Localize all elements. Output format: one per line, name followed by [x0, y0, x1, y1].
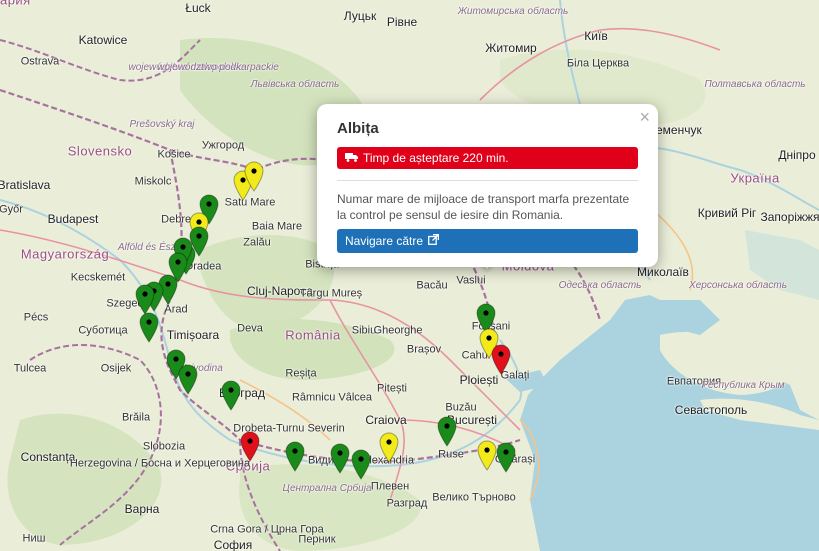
map-label: Херсонська область: [689, 280, 787, 291]
map-label: Перник: [298, 533, 336, 546]
map-label: Slobozia: [142, 440, 186, 453]
popup-description: Numar mare de mijloace de transport marf…: [337, 192, 630, 222]
wait-time-text: Timp de așteptare 220 min.: [363, 151, 509, 165]
map-pin-icon[interactable]: [329, 442, 351, 474]
map-label: Житомирська область: [457, 6, 569, 17]
map-label: Полтавська область: [704, 79, 806, 90]
map-pin-icon[interactable]: [495, 441, 517, 473]
map-label: Zalău: [243, 236, 271, 249]
map-label: Львівська область: [250, 79, 340, 90]
map-label: Ploiești: [459, 373, 499, 387]
map-label: Osijek: [100, 362, 132, 375]
map-label: Кривий Ріг: [697, 206, 757, 220]
wait-time-badge: Timp de așteptare 220 min.: [337, 147, 638, 169]
map-label: Miskolc: [134, 175, 172, 188]
map-label: Pécs: [23, 311, 49, 324]
map-pin-icon[interactable]: [378, 431, 400, 463]
map-label: Житомир: [485, 41, 537, 55]
map-label: Katowice: [78, 33, 128, 47]
map-label: Республика Крым: [701, 380, 785, 391]
map-label: Arad: [164, 303, 188, 316]
map-label: Луцьк: [343, 9, 377, 23]
map-pin-icon[interactable]: [239, 430, 261, 462]
navigate-label: Navigare către: [345, 234, 424, 248]
map-label: Herzegovina / Босна и Херцеговина: [69, 457, 251, 470]
map-label: Севастополь: [674, 403, 748, 417]
map-label: България: [0, 0, 31, 8]
map-label: Рівне: [386, 15, 418, 29]
map-label: Київ: [584, 29, 608, 43]
map-pin-icon[interactable]: [436, 415, 458, 447]
truck-icon: [345, 151, 358, 165]
map-pin-icon[interactable]: [138, 311, 160, 343]
map-label: województwo podkarpackie: [157, 62, 279, 73]
map-label: Brașov: [406, 343, 442, 356]
map-label: Râmnicu Vâlcea: [291, 391, 373, 404]
map-pin-icon[interactable]: [350, 448, 372, 480]
map-label: Біла Церква: [566, 57, 630, 70]
map-label: Tulcea: [13, 362, 47, 375]
map-label: Централна Србија: [282, 483, 372, 494]
map-label: Україна: [730, 170, 780, 186]
map-label: Ужгород: [201, 139, 245, 152]
popup-divider: [337, 180, 638, 181]
map-label: Bratislava: [0, 178, 51, 192]
map-label: Târgu Mureș: [299, 287, 363, 300]
map-label: Дніпро: [778, 148, 816, 162]
map-pin-icon[interactable]: [243, 160, 265, 192]
map-label: Разград: [386, 497, 428, 510]
map-label: Суботица: [78, 324, 128, 337]
map-label: Варна: [124, 502, 160, 516]
map-label: Ostrava: [20, 55, 60, 68]
map-label: Ruse: [438, 448, 464, 461]
map-label: Slovensko: [67, 143, 133, 159]
map-pin-icon[interactable]: [284, 440, 306, 472]
map-label: Magyarország: [20, 246, 110, 262]
crossing-popup: × Albița Timp de așteptare 220 min. Numa…: [317, 104, 658, 267]
map-label: Győr: [0, 203, 23, 216]
map-label: Košice: [157, 148, 191, 161]
map-label: Плевен: [370, 480, 410, 493]
map-label: Deva: [237, 322, 263, 335]
navigate-button[interactable]: Navigare către: [337, 229, 638, 253]
map-label: Constanța: [20, 450, 76, 464]
map-label: România: [285, 327, 341, 343]
map-label: Craiova: [365, 413, 407, 427]
map-label: Gheorghe: [373, 324, 423, 337]
map-label: Миколаїв: [637, 265, 689, 279]
map-label: Brăila: [121, 411, 151, 424]
map-label: Vaslui: [456, 274, 486, 287]
map-label: Велико Търново: [432, 491, 516, 504]
map-canvas[interactable]: Łuck Луцьк Рівне Житомир Житомирська область…: [0, 0, 819, 551]
popup-title: Albița: [337, 120, 379, 137]
map-label: Запоріжжя: [760, 210, 819, 224]
map-label: Bacău: [416, 279, 448, 292]
map-label: Одеська область: [558, 280, 642, 291]
map-label: Prešovský kraj: [129, 119, 195, 130]
map-pin-icon[interactable]: [177, 363, 199, 395]
map-pin-icon[interactable]: [490, 343, 512, 375]
map-label: Baia Mare: [251, 220, 303, 233]
map-label: Ниш: [22, 532, 46, 545]
map-label: Pitești: [377, 382, 407, 395]
map-pin-icon[interactable]: [220, 379, 242, 411]
map-label: Buzău: [445, 401, 477, 414]
map-label: Budapest: [47, 212, 99, 226]
map-label: Kecskemét: [70, 271, 126, 284]
map-label: Timișoara: [166, 328, 220, 342]
map-label: Reșița: [285, 367, 317, 380]
close-icon[interactable]: ×: [639, 108, 650, 126]
external-link-icon: [428, 234, 439, 248]
map-label: София: [213, 538, 253, 551]
map-label: Łuck: [185, 1, 211, 15]
